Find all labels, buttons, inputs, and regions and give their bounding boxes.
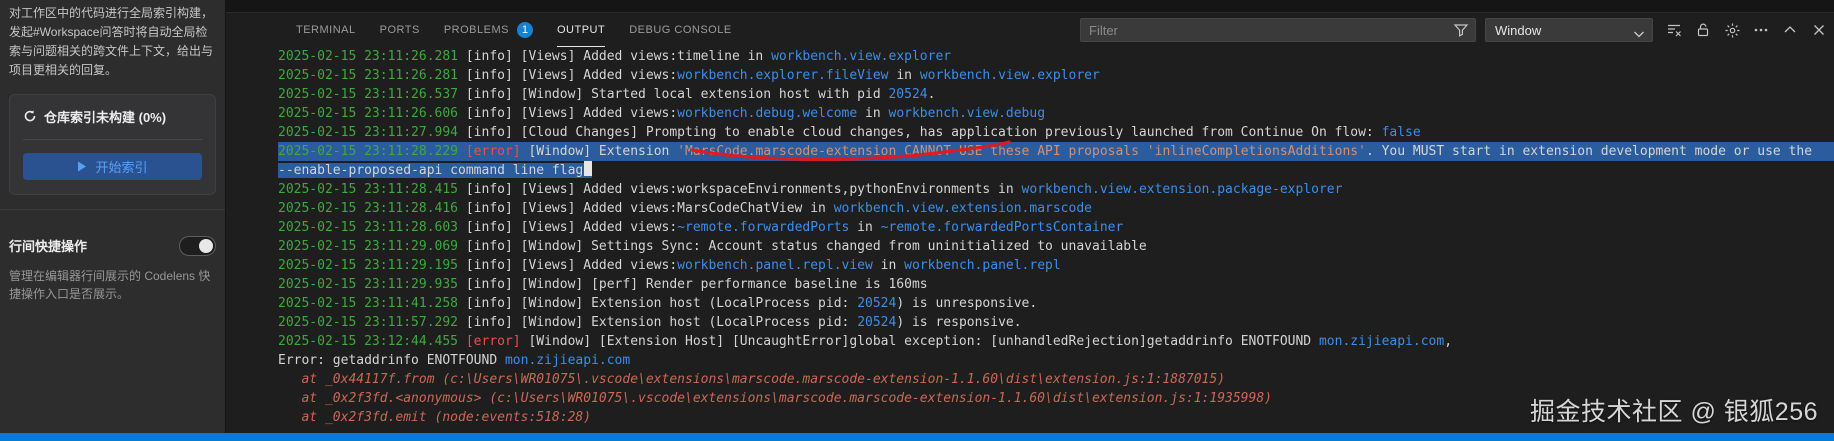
output-channel-value: Window [1486, 23, 1541, 38]
section-divider [0, 209, 225, 210]
vscode-window: 对工作区中的代码进行全局索引构建，发起#Workspace问答时将自动全局检索与… [0, 0, 1834, 441]
workspace-index-description: 对工作区中的代码进行全局索引构建，发起#Workspace问答时将自动全局检索与… [9, 4, 216, 80]
card-divider [23, 139, 202, 140]
editor-bottom-strip [226, 0, 1834, 13]
text-cursor [584, 161, 592, 176]
panel-tabs: TERMINAL PORTS PROBLEMS 1 OUTPUT DEBUG CONSOL… [296, 13, 756, 47]
log-line: 2025-02-15 23:11:41.258 [info] [Window] … [278, 294, 1834, 313]
play-icon [77, 161, 87, 172]
tab-label: PROBLEMS [444, 24, 509, 36]
problems-badge: 1 [517, 22, 533, 38]
ellipsis-icon[interactable] [1752, 21, 1770, 39]
log-line: 2025-02-15 23:11:28.415 [info] [Views] A… [278, 180, 1834, 199]
log-line: 2025-02-15 23:11:26.281 [info] [Views] A… [278, 66, 1834, 85]
log-line: 2025-02-15 23:11:26.537 [info] [Window] … [278, 85, 1834, 104]
filter-input[interactable] [1080, 18, 1476, 42]
filter-box [1080, 18, 1476, 42]
tab-label: PORTS [380, 24, 420, 36]
repo-index-status: 仓库索引未构建 (0%) [44, 107, 166, 126]
codelens-section-title: 行间快捷操作 [9, 236, 87, 255]
codelens-description: 管理在编辑器行间展示的 Codelens 快捷操作入口是否展示。 [9, 267, 216, 304]
log-line: 2025-02-15 23:12:44.455 [error] [Window]… [278, 332, 1834, 351]
chevron-up-icon[interactable] [1781, 21, 1799, 39]
gear-icon[interactable] [1723, 21, 1741, 39]
status-bar [0, 433, 1834, 441]
unlock-icon[interactable] [1694, 21, 1712, 39]
tab-label: DEBUG CONSOLE [629, 24, 731, 36]
marscode-sidebar: 对工作区中的代码进行全局索引构建，发起#Workspace问答时将自动全局检索与… [0, 0, 226, 433]
funnel-icon[interactable] [1453, 22, 1469, 43]
log-line: 2025-02-15 23:11:27.994 [info] [Cloud Ch… [278, 123, 1834, 142]
output-log[interactable]: 2025-02-15 23:11:26.281 [info] [Views] A… [226, 47, 1834, 425]
sync-icon [23, 109, 37, 123]
panel-tabbar: TERMINAL PORTS PROBLEMS 1 OUTPUT DEBUG CONSOL… [226, 13, 1834, 47]
tab-output[interactable]: OUTPUT [557, 13, 605, 47]
panel-action-icons [1665, 21, 1828, 39]
log-line: at _0x44117f.from (c:\Users\WR01075\.vsc… [278, 370, 1834, 389]
tab-label: OUTPUT [557, 24, 605, 36]
log-line: 2025-02-15 23:11:28.603 [info] [Views] A… [278, 218, 1834, 237]
output-channel-select[interactable]: Window [1485, 18, 1653, 42]
log-line: 2025-02-15 23:11:28.229 [error] [Window]… [278, 142, 1834, 161]
chevron-down-icon [1633, 26, 1645, 44]
log-line: 2025-02-15 23:11:29.195 [info] [Views] A… [278, 256, 1834, 275]
tab-terminal[interactable]: TERMINAL [296, 13, 356, 47]
log-line: 2025-02-15 23:11:29.069 [info] [Window] … [278, 237, 1834, 256]
codelens-toggle[interactable] [179, 236, 216, 256]
log-line: 2025-02-15 23:11:26.281 [info] [Views] A… [278, 47, 1834, 66]
log-line: 2025-02-15 23:11:57.292 [info] [Window] … [278, 313, 1834, 332]
start-index-button[interactable]: 开始索引 [23, 153, 202, 180]
log-line: 2025-02-15 23:11:28.416 [info] [Views] A… [278, 199, 1834, 218]
log-line: 2025-02-15 23:11:26.606 [info] [Views] A… [278, 104, 1834, 123]
tab-debug-console[interactable]: DEBUG CONSOLE [629, 13, 731, 47]
tab-problems[interactable]: PROBLEMS 1 [444, 13, 533, 47]
start-index-label: 开始索引 [95, 157, 147, 176]
log-line: 2025-02-15 23:11:29.935 [info] [Window] … [278, 275, 1834, 294]
tab-label: TERMINAL [296, 24, 356, 36]
tab-ports[interactable]: PORTS [380, 13, 420, 47]
repo-index-card: 仓库索引未构建 (0%) 开始索引 [9, 94, 216, 195]
toggle-knob [199, 239, 213, 253]
log-line: --enable-proposed-api command line flag [278, 161, 1834, 180]
close-icon[interactable] [1810, 21, 1828, 39]
watermark-text: 掘金技术社区 @ 银狐256 [1530, 392, 1818, 428]
bottom-panel: TERMINAL PORTS PROBLEMS 1 OUTPUT DEBUG CONSOL… [226, 0, 1834, 433]
log-line: Error: getaddrinfo ENOTFOUND mon.zijieap… [278, 351, 1834, 370]
clear-output-icon[interactable] [1665, 21, 1683, 39]
